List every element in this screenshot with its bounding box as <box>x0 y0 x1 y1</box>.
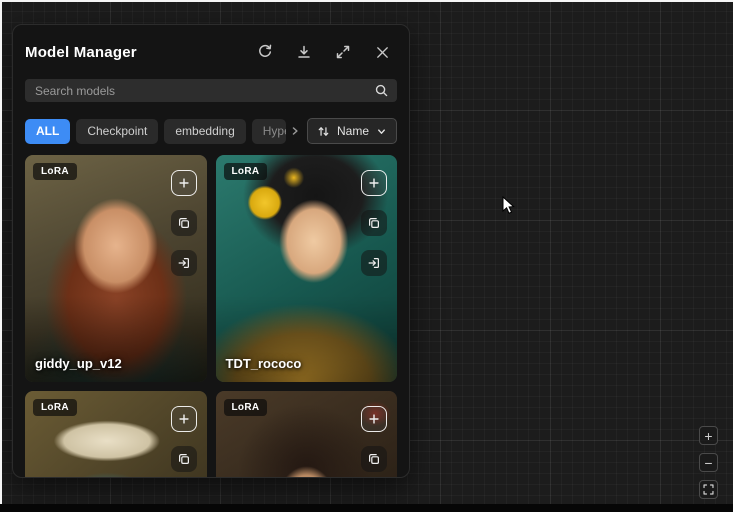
model-card[interactable]: LoRA <box>216 391 398 478</box>
model-card[interactable]: LoRA <box>25 391 207 478</box>
plus-icon <box>367 176 381 190</box>
expand-icon <box>335 44 351 60</box>
filter-tab-checkpoint[interactable]: Checkpoint <box>76 119 158 144</box>
node-canvas[interactable]: Model Manager <box>0 0 733 512</box>
plus-icon <box>177 412 191 426</box>
close-icon <box>375 45 390 60</box>
search-bar <box>25 79 397 102</box>
refresh-icon <box>257 44 273 60</box>
load-model-button[interactable] <box>361 250 387 276</box>
download-icon <box>296 44 312 60</box>
copy-button[interactable] <box>361 446 387 472</box>
chevron-down-icon <box>376 126 387 137</box>
model-card[interactable]: LoRA TDT_rococo <box>216 155 398 382</box>
model-type-badge: LoRA <box>224 163 268 180</box>
search-icon <box>374 83 389 103</box>
card-actions <box>171 406 197 472</box>
window-bottom-bar <box>0 504 733 512</box>
window-border-top <box>0 0 733 2</box>
window-border-left <box>0 0 2 504</box>
load-model-button[interactable] <box>171 250 197 276</box>
import-icon <box>367 256 381 270</box>
copy-icon <box>177 216 191 230</box>
model-name: giddy_up_v12 <box>35 356 122 371</box>
add-to-workflow-button[interactable] <box>171 170 197 196</box>
copy-icon <box>177 452 191 466</box>
filter-tab-all[interactable]: ALL <box>25 119 70 144</box>
refresh-button[interactable] <box>256 43 274 61</box>
add-to-workflow-button[interactable] <box>361 170 387 196</box>
search-input[interactable] <box>25 79 397 102</box>
chevron-right-icon <box>289 125 301 137</box>
copy-button[interactable] <box>171 210 197 236</box>
model-name: TDT_rococo <box>226 356 302 371</box>
header-actions <box>256 43 391 61</box>
zoom-out-button[interactable]: − <box>699 453 718 472</box>
filter-tab-embedding[interactable]: embedding <box>164 119 245 144</box>
close-button[interactable] <box>373 43 391 61</box>
fit-view-icon <box>702 483 715 496</box>
copy-icon <box>367 216 381 230</box>
download-button[interactable] <box>295 43 313 61</box>
sort-icon <box>317 125 330 138</box>
filter-bar: ALL Checkpoint embedding Hype Name <box>25 118 397 144</box>
copy-button[interactable] <box>171 446 197 472</box>
model-type-badge: LoRA <box>224 399 268 416</box>
copy-button[interactable] <box>361 210 387 236</box>
model-card[interactable]: LoRA giddy_up_v12 <box>25 155 207 382</box>
panel-header[interactable]: Model Manager <box>25 37 397 67</box>
mouse-cursor <box>502 196 516 216</box>
add-to-workflow-button[interactable] <box>361 406 387 432</box>
plus-icon <box>177 176 191 190</box>
tabs-overflow-indicator[interactable] <box>289 121 301 141</box>
sort-label: Name <box>337 124 369 138</box>
card-actions <box>361 170 387 276</box>
plus-icon <box>367 412 381 426</box>
card-actions <box>361 406 387 472</box>
model-type-badge: LoRA <box>33 399 77 416</box>
expand-button[interactable] <box>334 43 352 61</box>
copy-icon <box>367 452 381 466</box>
card-actions <box>171 170 197 276</box>
zoom-in-button[interactable]: + <box>699 426 718 445</box>
import-icon <box>177 256 191 270</box>
sort-dropdown[interactable]: Name <box>307 118 397 144</box>
panel-title: Model Manager <box>25 44 137 61</box>
filter-tab-hypernetwork[interactable]: Hype <box>252 119 286 144</box>
model-manager-panel: Model Manager <box>12 24 410 478</box>
fit-view-button[interactable] <box>699 480 718 499</box>
add-to-workflow-button[interactable] <box>171 406 197 432</box>
model-grid: LoRA giddy_up_v12 LoRA <box>25 155 397 478</box>
model-type-badge: LoRA <box>33 163 77 180</box>
canvas-controls: + − <box>699 426 718 499</box>
